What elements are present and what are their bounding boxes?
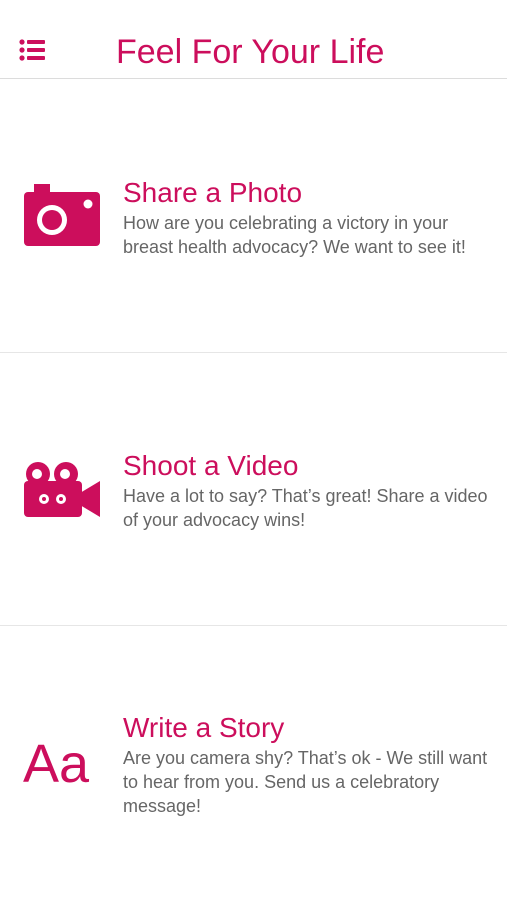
app-screen: Feel For Your Life Share a Photo How are… — [0, 0, 507, 900]
share-photo-description: How are you celebrating a victory in you… — [123, 213, 466, 257]
write-story-option[interactable]: Aa Write a Story Are you camera shy? Tha… — [0, 626, 507, 900]
shoot-video-title: Shoot a Video — [123, 450, 299, 481]
list-menu-icon — [19, 39, 45, 61]
text-aa-icon: Aa — [23, 734, 90, 794]
shoot-video-description: Have a lot to say? That’s great! Share a… — [123, 486, 488, 530]
menu-button[interactable] — [18, 38, 48, 66]
video-camera-icon — [24, 462, 100, 517]
page-title: Feel For Your Life — [116, 33, 385, 71]
camera-icon — [24, 184, 100, 246]
share-photo-title: Share a Photo — [123, 177, 303, 208]
share-photo-option[interactable]: Share a Photo How are you celebrating a … — [0, 80, 507, 353]
write-story-title: Write a Story — [123, 712, 285, 743]
camera-icon-wrap — [24, 184, 100, 246]
app-header: Feel For Your Life — [0, 0, 507, 79]
write-story-description: Are you camera shy? That’s ok - We still… — [123, 748, 488, 816]
video-icon-wrap — [24, 459, 100, 517]
shoot-video-option[interactable]: Shoot a Video Have a lot to say? That’s … — [0, 353, 507, 626]
